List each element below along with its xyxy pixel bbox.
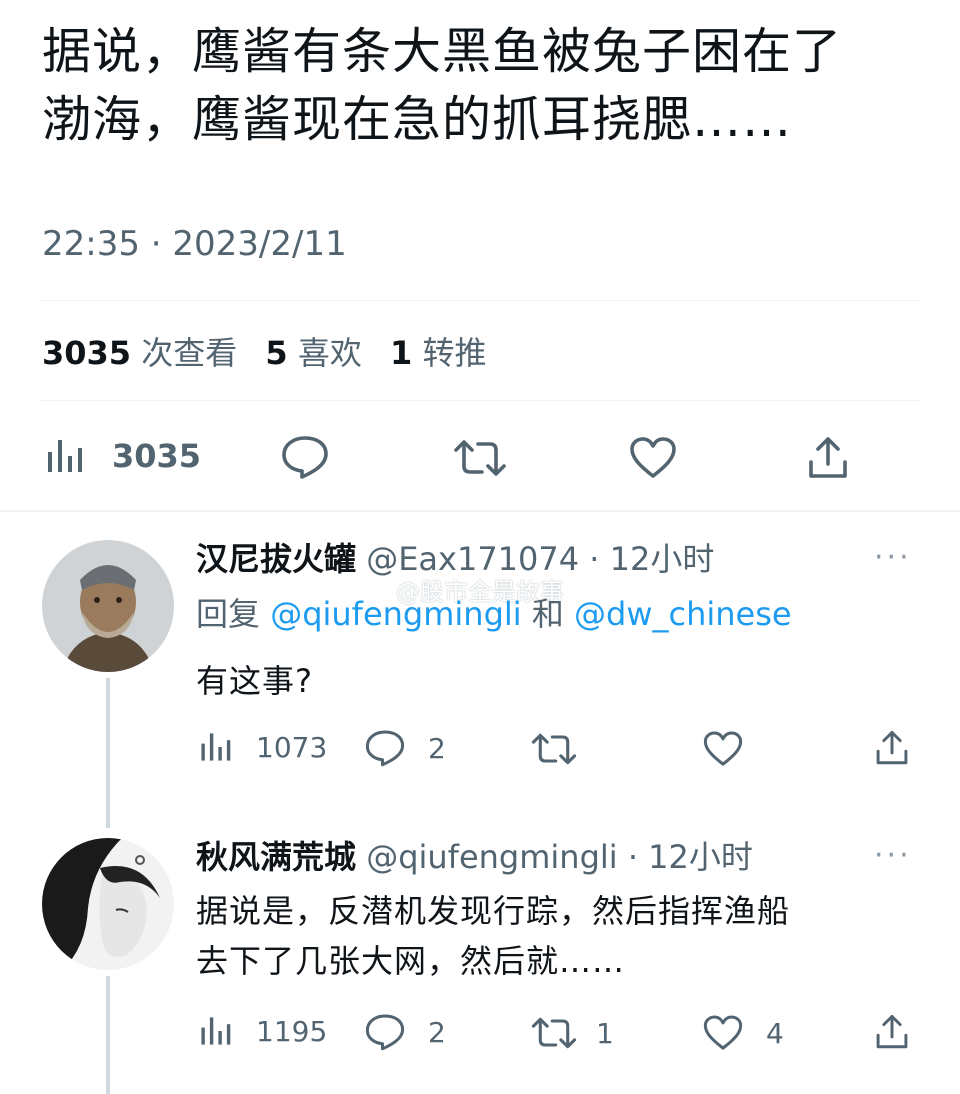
retweet-icon <box>530 730 578 768</box>
reply-icon <box>364 1012 406 1052</box>
share-icon <box>874 1012 910 1052</box>
reply-2-name[interactable]: 秋风满荒城 <box>196 838 356 876</box>
reply-1-time[interactable]: · 12小时 <box>589 540 714 578</box>
reply-2-header: 秋风满荒城 @qiufengmingli · 12小时 <box>196 835 753 879</box>
reply-1-text: 有这事? <box>196 662 313 700</box>
reply-1-retweet[interactable] <box>530 730 590 768</box>
like-icon <box>628 436 678 480</box>
like-action[interactable] <box>628 436 678 480</box>
reply-1-comment-count: 2 <box>428 731 446 765</box>
share-icon <box>874 728 910 768</box>
views-count: 3035 <box>42 334 132 372</box>
views-icon <box>198 1014 232 1048</box>
divider-top <box>40 300 920 301</box>
reply-1-views-count: 1073 <box>256 730 328 764</box>
avatar-reply-2[interactable] <box>42 838 174 970</box>
retweet-icon <box>452 436 508 480</box>
tweet-timestamp[interactable]: 22:35 · 2023/2/11 <box>42 222 347 266</box>
reply-2-text-line-1: 据说是，反潜机发现行踪，然后指挥渔船 <box>196 892 791 930</box>
more-icon[interactable]: ··· <box>874 838 912 873</box>
mention-qiufengmingli[interactable]: @qiufengmingli <box>270 595 521 633</box>
reply-2-share[interactable] <box>874 1012 910 1052</box>
views-icon <box>198 730 232 764</box>
retweet-icon <box>530 1014 578 1052</box>
retweets-label[interactable]: 转推 <box>422 334 486 372</box>
reply-1-views[interactable]: 1073 <box>198 730 327 764</box>
reply-icon <box>364 728 406 768</box>
views-label: 次查看 <box>141 334 238 372</box>
reply-2-like[interactable]: 4 <box>702 1014 784 1052</box>
views-action[interactable]: 3035 <box>44 436 201 476</box>
retweet-action[interactable] <box>452 436 508 480</box>
reply-action[interactable] <box>280 434 330 480</box>
reply-icon <box>280 434 330 480</box>
reply-2-views-count: 1195 <box>256 1014 328 1048</box>
reply-2-text-line-2: 去下了几张大网，然后就…… <box>196 942 626 980</box>
tweet-stats: 3035 次查看 5 喜欢 1 转推 <box>42 330 487 376</box>
thread-line-1 <box>106 678 110 828</box>
reply-2-handle[interactable]: @qiufengmingli <box>366 838 617 876</box>
thread-line-2 <box>106 976 110 1094</box>
like-icon <box>702 1014 744 1052</box>
likes-count[interactable]: 5 <box>265 334 287 372</box>
reply-2-comment-count: 2 <box>428 1015 446 1049</box>
tweet-text-line-1: 据说，鹰酱有条大黑鱼被兔子困在了 <box>42 23 843 80</box>
more-icon[interactable]: ··· <box>874 540 912 575</box>
reply-1-replying-to: 回复 @qiufengmingli 和 @dw_chinese <box>196 592 792 636</box>
reply-1-name[interactable]: 汉尼拔火罐 <box>196 540 356 578</box>
reply-1-share[interactable] <box>874 728 910 768</box>
reply-2-time[interactable]: · 12小时 <box>628 838 753 876</box>
reply-conj: 和 <box>531 595 564 633</box>
reply-2-retweet-count: 1 <box>596 1016 614 1050</box>
views-icon <box>44 436 84 476</box>
views-action-count: 3035 <box>112 437 202 475</box>
likes-label[interactable]: 喜欢 <box>298 334 362 372</box>
reply-2-comment[interactable]: 2 <box>364 1012 446 1052</box>
reply-1-like[interactable] <box>702 730 756 768</box>
section-separator <box>0 510 960 512</box>
reply-prefix: 回复 <box>196 595 261 633</box>
divider-bottom <box>40 400 920 401</box>
mention-dw-chinese[interactable]: @dw_chinese <box>574 595 792 633</box>
reply-2-retweet[interactable]: 1 <box>530 1014 614 1052</box>
share-action[interactable] <box>806 434 850 482</box>
reply-2-text: 据说是，反潜机发现行踪，然后指挥渔船 去下了几张大网，然后就…… <box>196 886 790 986</box>
tweet-text: 据说，鹰酱有条大黑鱼被兔子困在了 渤海，鹰酱现在急的抓耳挠腮…… <box>42 18 922 154</box>
avatar-reply-1[interactable] <box>42 540 174 672</box>
retweets-count[interactable]: 1 <box>390 334 412 372</box>
share-icon <box>806 434 850 482</box>
like-icon <box>702 730 744 768</box>
reply-2-like-count: 4 <box>766 1016 784 1050</box>
tweet-text-line-2: 渤海，鹰酱现在急的抓耳挠腮…… <box>42 91 793 148</box>
reply-1-comment[interactable]: 2 <box>364 728 446 768</box>
reply-2-views[interactable]: 1195 <box>198 1014 327 1048</box>
